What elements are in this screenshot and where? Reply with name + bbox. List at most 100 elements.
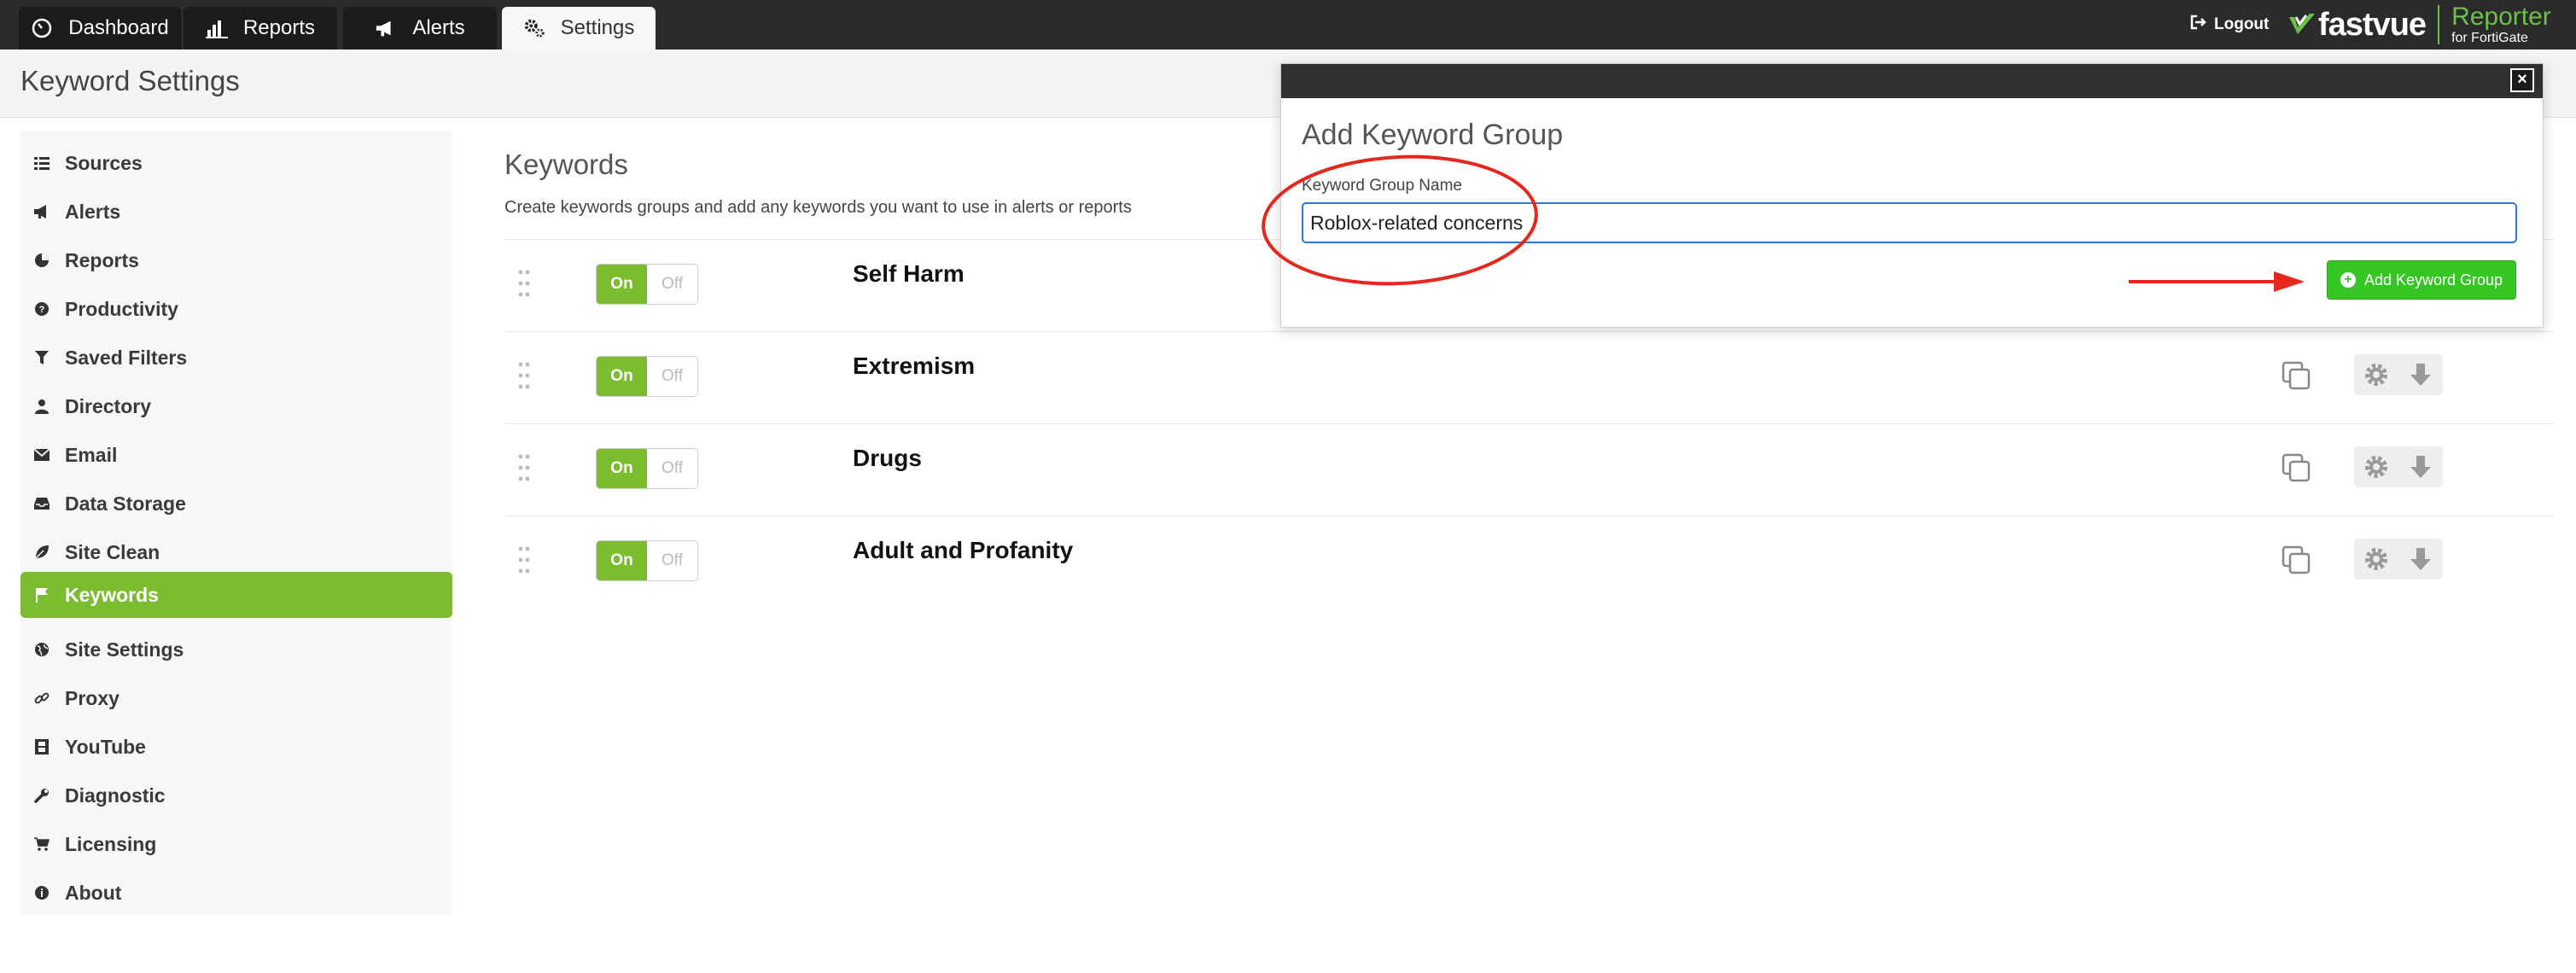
gears-icon [523,17,545,39]
add-keyword-group-button[interactable]: + Add Keyword Group [2327,260,2516,300]
toggle-on[interactable]: On [597,357,647,396]
megaphone-icon [32,202,51,221]
download-button[interactable] [2398,539,2443,580]
question-circle-icon: ? [32,300,51,318]
keyword-group-row: On Off Drugs [504,423,2553,516]
sidebar-item-label: Keywords [65,583,159,606]
brand-product-sub: for FortiGate [2451,31,2528,45]
download-button[interactable] [2398,354,2443,395]
flag-icon [32,586,51,604]
sidebar-item-label: About [65,881,122,904]
sidebar-item-label: Sources [65,151,143,174]
tab-reports[interactable]: Reports [184,7,337,50]
copy-icon[interactable] [2280,452,2314,486]
copy-icon[interactable] [2280,544,2314,578]
on-off-toggle[interactable]: On Off [596,356,698,397]
add-keyword-group-dialog: × Add Keyword Group Keyword Group Name +… [1280,63,2544,328]
info-circle-icon [32,883,51,902]
on-off-toggle[interactable]: On Off [596,448,698,489]
sidebar-item-saved-filters[interactable]: Saved Filters [20,335,452,381]
drag-handle-icon[interactable] [518,269,530,298]
sidebar-item-diagnostic[interactable]: Diagnostic [20,772,452,819]
keyword-group-name[interactable]: Adult and Profanity [853,537,1073,564]
arrow-down-icon [2410,364,2431,386]
top-navigation-bar: Dashboard Reports Alerts Settings Logout… [0,0,2576,50]
tab-settings[interactable]: Settings [502,7,656,50]
settings-gear-button[interactable] [2354,354,2398,395]
sidebar-item-keywords[interactable]: Keywords [20,572,452,618]
sidebar-item-label: Licensing [65,832,157,855]
sidebar-item-about[interactable]: About [20,870,452,916]
on-off-toggle[interactable]: On Off [596,264,698,305]
sidebar-item-sources[interactable]: Sources [20,140,452,186]
keyword-group-name-label: Keyword Group Name [1302,177,1462,195]
film-icon [32,737,51,756]
toggle-on[interactable]: On [597,265,647,304]
sidebar-item-directory[interactable]: Directory [20,383,452,429]
sidebar-item-site-settings[interactable]: Site Settings [20,626,452,673]
download-button[interactable] [2398,446,2443,487]
sidebar-item-label: Site Settings [65,638,184,661]
copy-icon[interactable] [2280,359,2314,393]
sidebar-item-label: Data Storage [65,492,186,515]
link-icon [32,689,51,708]
sidebar-item-email[interactable]: Email [20,432,452,478]
sidebar-item-youtube[interactable]: YouTube [20,724,452,770]
keyword-group-name[interactable]: Extremism [853,352,975,380]
user-icon [32,397,51,416]
keyword-group-row: On Off Extremism [504,331,2553,423]
arrow-down-icon [2410,456,2431,478]
sidebar-item-reports[interactable]: Reports [20,237,452,283]
gear-icon [2365,364,2387,386]
add-keyword-group-label: Add Keyword Group [2363,271,2503,288]
tab-alerts[interactable]: Alerts [343,7,497,50]
leaf-icon [32,543,51,562]
section-description: Create keywords groups and add any keywo… [504,198,1132,217]
tab-alerts-label: Alerts [412,16,465,39]
keyword-group-name[interactable]: Drugs [853,445,922,472]
sidebar-item-label: Reports [65,248,139,271]
funnel-icon [32,348,51,367]
dialog-title: Add Keyword Group [1302,119,1564,151]
keyword-group-row: On Off Adult and Profanity [504,516,2553,608]
list-icon [32,154,51,172]
sidebar-item-proxy[interactable]: Proxy [20,675,452,721]
settings-gear-button[interactable] [2354,539,2398,580]
drag-handle-icon[interactable] [518,545,530,574]
drag-handle-icon[interactable] [518,453,530,482]
toggle-off[interactable]: Off [647,265,697,304]
toggle-off[interactable]: Off [647,541,697,580]
sidebar-item-site-clean[interactable]: Site Clean [20,529,452,575]
on-off-toggle[interactable]: On Off [596,540,698,581]
dialog-title-bar: × [1281,64,2543,98]
logout-label: Logout [2214,15,2270,33]
drag-handle-icon[interactable] [518,361,530,390]
brand-product-name: Reporter [2451,3,2551,31]
sidebar-item-data-storage[interactable]: Data Storage [20,481,452,527]
close-icon[interactable]: × [2510,68,2534,92]
toggle-on[interactable]: On [597,449,647,488]
cart-icon [32,835,51,854]
toggle-off[interactable]: Off [647,449,697,488]
bar-chart-icon [205,17,228,39]
gear-icon [2365,456,2387,478]
dashboard-gauge-icon [31,17,53,39]
logout-link[interactable]: Logout [2190,12,2269,38]
page-title: Keyword Settings [20,65,240,96]
sidebar-item-licensing[interactable]: Licensing [20,821,452,867]
brand-name: fastvue [2318,6,2427,43]
sidebar-item-label: Site Clean [65,540,160,563]
keyword-group-name-input[interactable] [1302,202,2517,243]
fastvue-reporter-logo: fastvue Reporter for FortiGate [2288,2,2551,48]
sidebar-item-alerts[interactable]: Alerts [20,189,452,235]
brand-product: Reporter for FortiGate [2451,4,2551,45]
inbox-icon [32,494,51,513]
keyword-group-name[interactable]: Self Harm [853,260,965,288]
toggle-on[interactable]: On [597,541,647,580]
gear-icon [2365,548,2387,570]
tab-reports-label: Reports [242,16,316,39]
settings-gear-button[interactable] [2354,446,2398,487]
toggle-off[interactable]: Off [647,357,697,396]
tab-dashboard[interactable]: Dashboard [19,7,181,50]
sidebar-item-productivity[interactable]: ? Productivity [20,286,452,332]
